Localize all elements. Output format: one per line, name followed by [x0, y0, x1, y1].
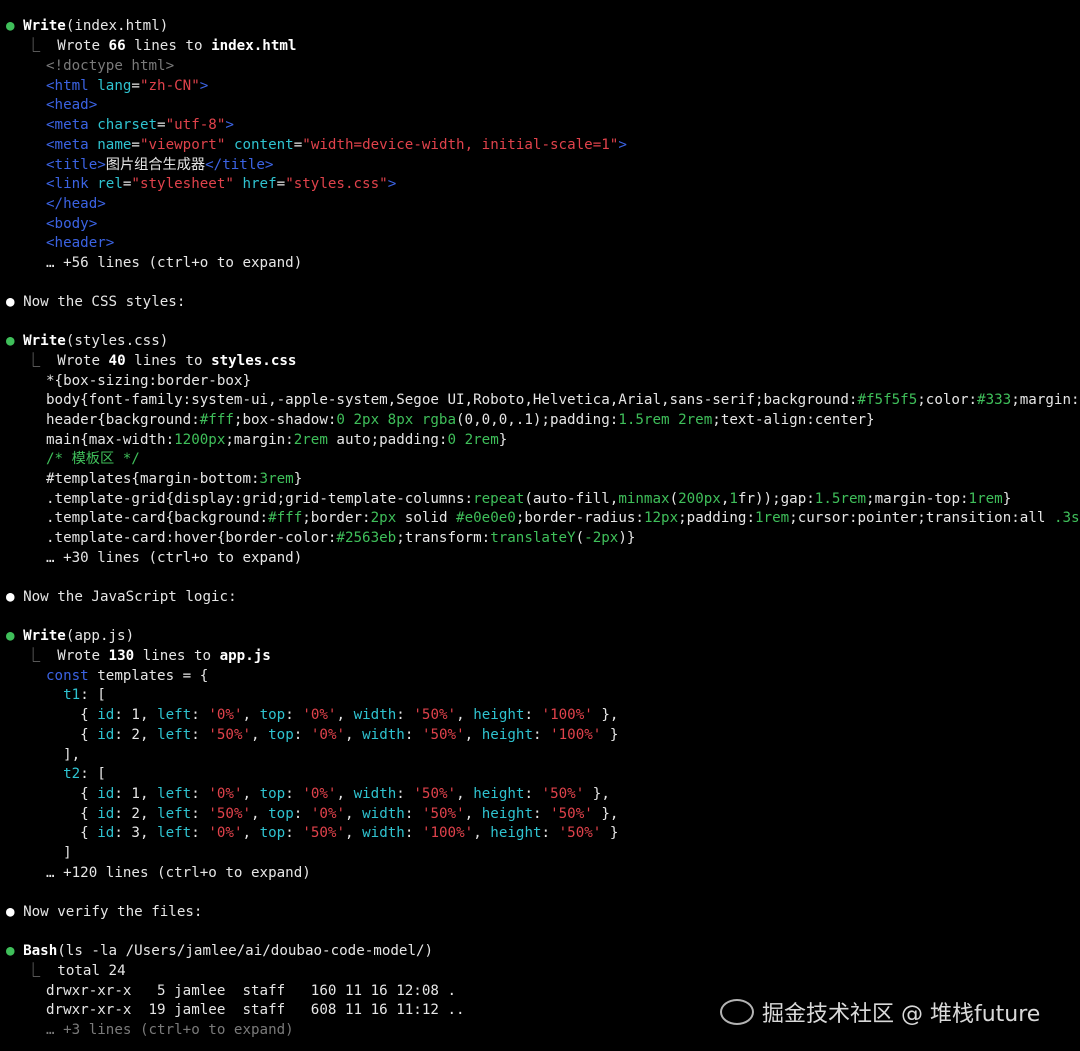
bash-output-line: drwxr-xr-x 19 jamlee staff 608 11 16 11:…	[46, 1002, 465, 1018]
tool-call-write-app: ● Write(app.js)	[6, 628, 135, 644]
code-line: { id: 1, left: '0%', top: '0%', width: '…	[46, 786, 610, 802]
code-line: t1: [	[63, 687, 106, 703]
code-line: { id: 2, left: '50%', top: '0%', width: …	[46, 727, 619, 743]
watermark: 掘金技术社区 @ 堆栈future	[720, 992, 1060, 1032]
status-dot-icon: ●	[6, 333, 15, 349]
code-line: header{background:#fff;box-shadow:0 2px …	[46, 412, 875, 428]
assistant-message: ● Now verify the files:	[6, 904, 203, 920]
code-line: /* 模板区 */	[46, 451, 140, 467]
code-line: .template-card:hover{border-color:#2563e…	[46, 530, 636, 546]
code-line: <meta charset="utf-8">	[46, 117, 234, 133]
code-line: <head>	[46, 97, 98, 113]
code-line: { id: 2, left: '50%', top: '0%', width: …	[46, 806, 619, 822]
code-line: body{font-family:system-ui,-apple-system…	[46, 392, 1080, 408]
assistant-message: ● Now the CSS styles:	[6, 294, 186, 310]
result-gutter-icon: ⎿	[26, 38, 41, 54]
code-line: .template-grid{display:grid;grid-templat…	[46, 491, 1012, 507]
code-line: <body>	[46, 216, 98, 232]
bash-output-line: drwxr-xr-x 5 jamlee staff 160 11 16 12:0…	[46, 983, 456, 999]
code-line: <!doctype html>	[46, 58, 175, 74]
expand-hint[interactable]: … +30 lines (ctrl+o to expand)	[46, 549, 302, 569]
message-dot-icon: ●	[6, 294, 15, 310]
tool-call-write-index: ● Write(index.html)	[6, 18, 169, 34]
wechat-icon	[720, 999, 754, 1025]
code-line: ]	[46, 845, 72, 861]
status-dot-icon: ●	[6, 628, 15, 644]
code-line: ],	[46, 747, 81, 763]
status-dot-icon: ●	[6, 18, 15, 34]
assistant-message: ● Now the JavaScript logic:	[6, 589, 237, 605]
code-line: <link rel="stylesheet" href="styles.css"…	[46, 176, 397, 192]
watermark-text: 掘金技术社区 @ 堆栈future	[762, 1002, 1041, 1027]
code-line: const templates = {	[46, 668, 209, 684]
expand-hint[interactable]: … +56 lines (ctrl+o to expand)	[46, 254, 302, 274]
code-line: <meta name="viewport" content="width=dev…	[46, 137, 627, 153]
code-line: <header>	[46, 235, 115, 251]
tool-result-summary: ⎿ Wrote 66 lines to index.html	[26, 38, 297, 54]
code-line: #templates{margin-bottom:3rem}	[46, 471, 303, 487]
message-dot-icon: ●	[6, 904, 15, 920]
code-line: main{max-width:1200px;margin:2rem auto;p…	[46, 432, 508, 448]
result-gutter-icon: ⎿	[26, 963, 41, 979]
tool-call-bash: ● Bash(ls -la /Users/jamlee/ai/doubao-co…	[6, 943, 434, 959]
result-gutter-icon: ⎿	[26, 648, 41, 664]
code-line: *{box-sizing:border-box}	[46, 373, 251, 389]
result-gutter-icon: ⎿	[26, 353, 41, 369]
code-line: </head>	[46, 196, 106, 212]
code-line: t2: [	[63, 766, 106, 782]
code-line: <title>图片组合生成器</title>	[46, 157, 274, 173]
code-line: { id: 1, left: '0%', top: '0%', width: '…	[46, 707, 619, 723]
expand-hint[interactable]: … +3 lines (ctrl+o to expand)	[46, 1021, 294, 1041]
tool-result-summary: ⎿ Wrote 130 lines to app.js	[26, 648, 271, 664]
expand-hint[interactable]: … +120 lines (ctrl+o to expand)	[46, 864, 311, 884]
status-dot-icon: ●	[6, 943, 15, 959]
code-line: <html lang="zh-CN">	[46, 78, 209, 94]
code-line: .template-card{background:#fff;border:2p…	[46, 510, 1080, 526]
tool-result-summary: ⎿ Wrote 40 lines to styles.css	[26, 353, 297, 369]
code-line: { id: 3, left: '0%', top: '50%', width: …	[46, 825, 619, 841]
bash-output-line: ⎿ total 24	[26, 963, 126, 979]
message-dot-icon: ●	[6, 589, 15, 605]
tool-call-write-styles: ● Write(styles.css)	[6, 333, 169, 349]
